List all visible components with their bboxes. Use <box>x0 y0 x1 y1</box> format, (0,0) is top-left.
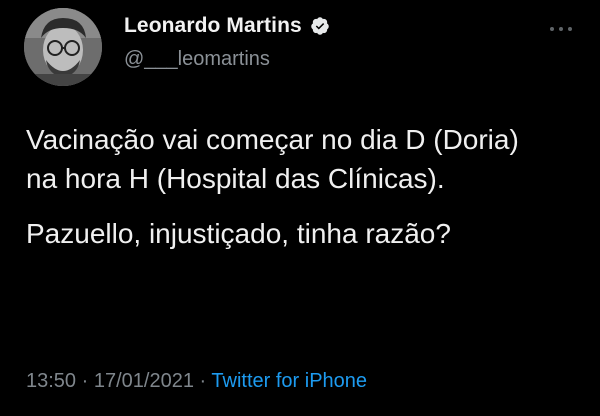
tweet-paragraph: Pazuello, injustiçado, tinha razão? <box>26 218 451 249</box>
meta-separator: · <box>199 370 207 392</box>
avatar-photo <box>24 8 102 86</box>
meta-separator: · <box>81 370 89 392</box>
verified-badge-icon <box>310 16 330 36</box>
tweet-source-link[interactable]: Twitter for iPhone <box>211 370 367 392</box>
tweet-time[interactable]: 13:50 <box>26 370 76 392</box>
tweet-meta: 13:50 · 17/01/2021 · Twitter for iPhone <box>26 370 367 393</box>
author-display-name[interactable]: Leonardo Martins <box>124 14 302 38</box>
avatar[interactable] <box>24 8 102 86</box>
tweet-text: Vacinação vai começar no dia D (Doria) n… <box>26 120 574 253</box>
more-options-icon[interactable] <box>547 22 575 34</box>
author-name-row[interactable]: Leonardo Martins <box>124 14 330 38</box>
author-handle[interactable]: @___leomartins <box>124 48 270 71</box>
tweet-date[interactable]: 17/01/2021 <box>94 370 194 392</box>
tweet-card: Leonardo Martins @___leomartins Vacinaçã… <box>0 0 600 416</box>
tweet-paragraph: Vacinação vai começar no dia D (Doria) n… <box>26 124 519 194</box>
